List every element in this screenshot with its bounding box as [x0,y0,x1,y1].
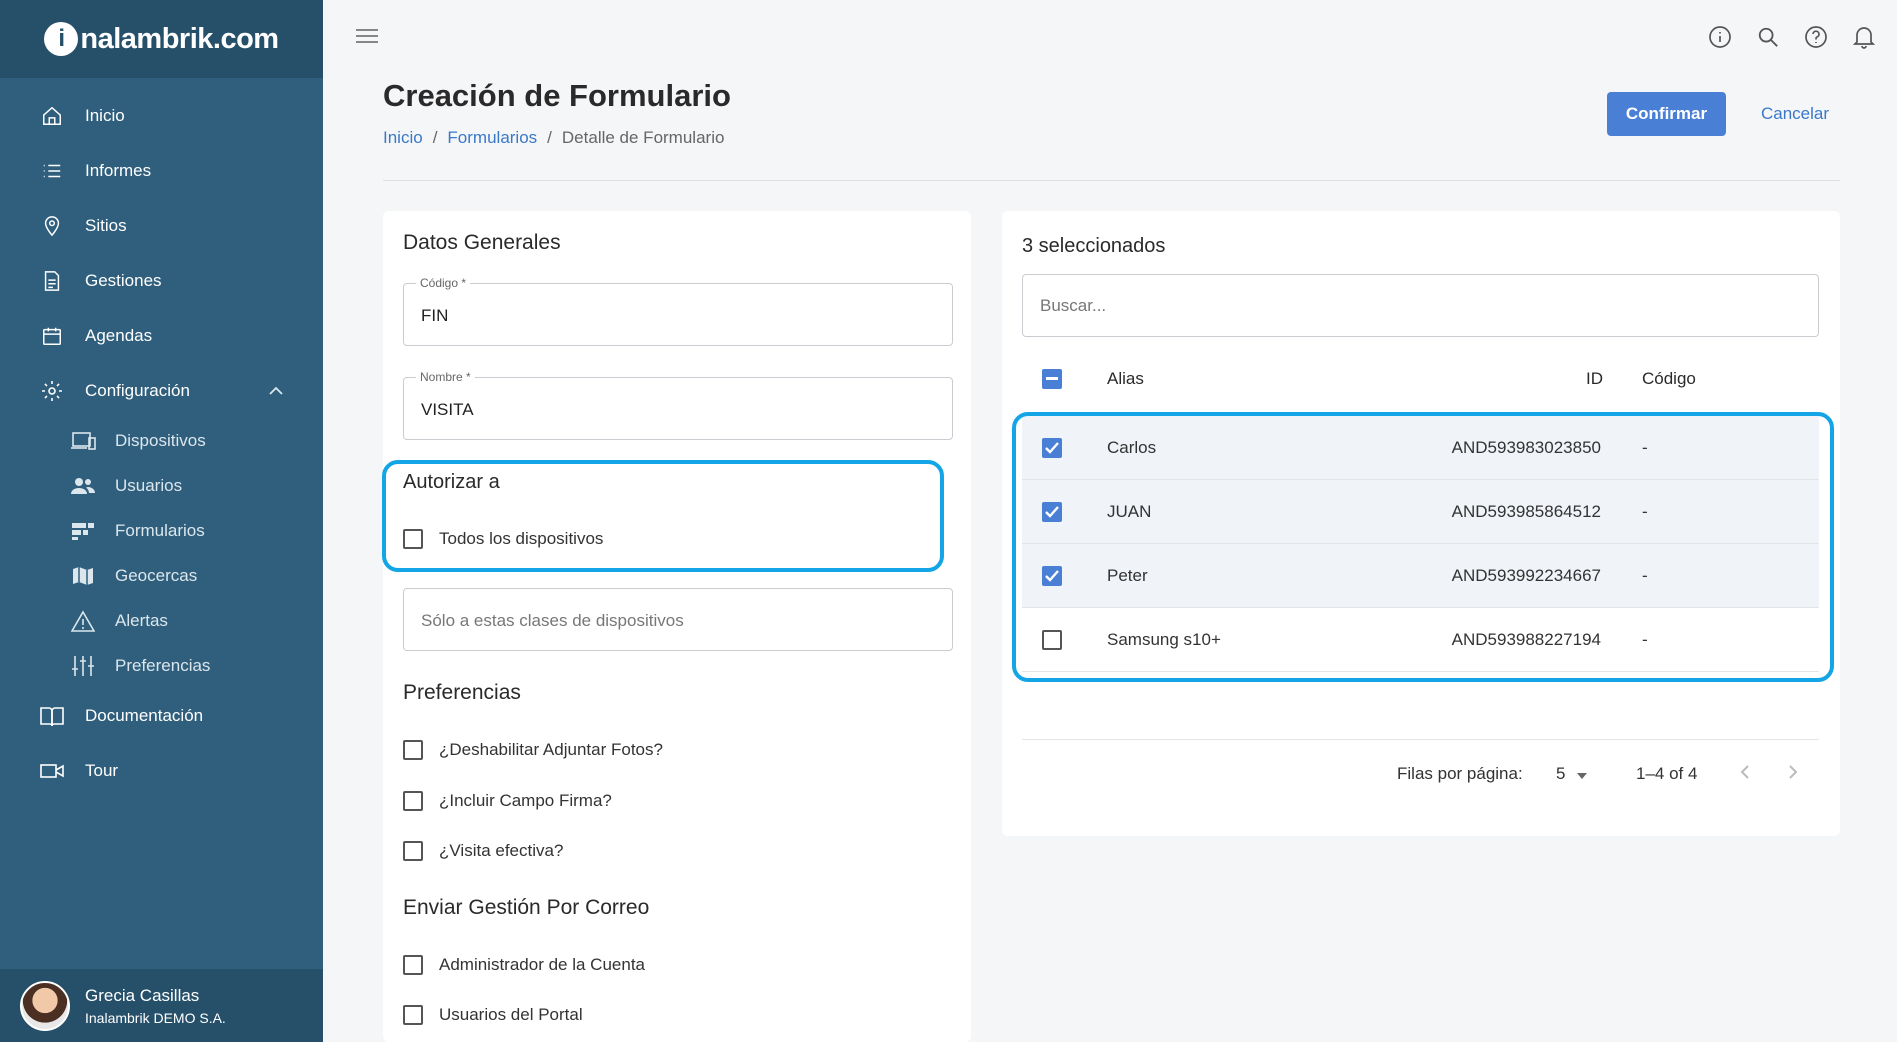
confirm-button[interactable]: Confirmar [1607,92,1726,136]
info-icon[interactable] [1707,24,1733,50]
name-field[interactable]: Nombre * VISITA [403,370,953,440]
checkbox[interactable] [403,529,423,549]
breadcrumb-inicio[interactable]: Inicio [383,128,423,148]
user-org: Inalambrik DEMO S.A. [85,1009,226,1026]
header-divider [383,180,1840,181]
sidebar-item-informes[interactable]: Informes [0,143,323,198]
avatar [20,980,70,1031]
sidebar-subitem-formularios[interactable]: Formularios [0,508,323,553]
list-icon [40,159,64,183]
breadcrumb-current: Detalle de Formulario [561,128,725,147]
table-row[interactable]: JUAN AND593985864512 - [1022,480,1819,544]
breadcrumb-sep: / [547,128,552,147]
sidebar-item-gestiones[interactable]: Gestiones [0,253,323,308]
code-field[interactable]: Código * FIN [403,276,953,346]
sidebar: i nalambrik.com Inicio Informes Sitios Ge… [0,0,323,1042]
page-range: 1–4 of 4 [1636,764,1698,783]
sidebar-subitem-dispositivos[interactable]: Dispositivos [0,418,323,463]
help-icon[interactable] [1803,24,1829,50]
row-checkbox[interactable] [1042,501,1078,522]
breadcrumb: Inicio / Formularios / Detalle de Formul… [383,128,724,148]
caret-down-icon [1577,764,1588,784]
calendar-icon [40,324,64,348]
bell-icon[interactable] [1851,24,1877,50]
video-icon [40,759,64,783]
document-icon [40,269,64,293]
row-checkbox[interactable] [1042,565,1078,586]
cancel-button[interactable]: Cancelar [1745,92,1845,136]
brand-logo[interactable]: i nalambrik.com [0,0,323,78]
warning-icon [70,609,96,633]
rows-per-page-select[interactable]: 5 [1556,764,1588,784]
users-icon [70,474,96,498]
checkbox[interactable] [403,740,423,760]
checkbox[interactable] [403,1005,423,1025]
general-data-title: Datos Generales [403,231,561,254]
pref-signature-checkbox[interactable]: ¿Incluir Campo Firma? [403,791,612,811]
sidebar-item-sitios[interactable]: Sitios [0,198,323,253]
pref-disable-photos-checkbox[interactable]: ¿Deshabilitar Adjuntar Fotos? [403,740,663,760]
location-pin-icon [40,214,64,238]
table-row[interactable]: Carlos AND593983023850 - [1022,416,1819,480]
breadcrumb-sep: / [432,128,438,147]
rows-per-page-label: Filas por página: [1397,764,1523,783]
authorize-title: Autorizar a [403,471,500,493]
devices-card: 3 seleccionados Buscar... Alias ID Códig… [1002,211,1840,836]
search-icon[interactable] [1755,24,1781,50]
email-portal-users-checkbox[interactable]: Usuarios del Portal [403,1005,583,1025]
breadcrumb-formularios[interactable]: Formularios [447,128,537,148]
page-title: Creación de Formulario [383,78,731,113]
pref-effective-visit-checkbox[interactable]: ¿Visita efectiva? [403,841,563,861]
general-data-card: Datos Generales Código * FIN Nombre * VI… [383,211,971,1042]
all-devices-checkbox[interactable]: Todos los dispositivos [403,529,603,549]
table-header: Alias ID Código [1022,359,1819,399]
top-toolbar [1707,24,1877,50]
email-title: Enviar Gestión Por Correo [403,896,650,919]
sidebar-subitem-usuarios[interactable]: Usuarios [0,463,323,508]
search-input[interactable]: Buscar... [1022,274,1819,337]
select-all-checkbox[interactable] [1042,369,1078,389]
table-row[interactable]: Peter AND593992234667 - [1022,544,1819,608]
checkbox[interactable] [403,791,423,811]
selected-count: 3 seleccionados [1022,235,1166,257]
sidebar-subitem-alertas[interactable]: Alertas [0,598,323,643]
preferences-title: Preferencias [403,681,521,704]
gear-icon [40,379,64,403]
sidebar-item-inicio[interactable]: Inicio [0,88,323,143]
book-icon [40,704,64,728]
user-name: Grecia Casillas [85,985,200,1005]
map-icon [70,564,96,588]
row-checkbox[interactable] [1042,437,1078,458]
device-classes-field[interactable]: Sólo a estas clases de dispositivos [403,588,953,651]
sidebar-item-agendas[interactable]: Agendas [0,308,323,363]
user-profile[interactable]: Grecia Casillas Inalambrik DEMO S.A. [0,969,323,1042]
sidebar-item-documentacion[interactable]: Documentación [0,688,323,743]
checkbox[interactable] [403,955,423,975]
sidebar-item-tour[interactable]: Tour [0,743,323,798]
next-page-icon[interactable] [1788,764,1798,780]
sidebar-subitem-geocercas[interactable]: Geocercas [0,553,323,598]
column-id[interactable]: ID [1586,369,1603,389]
row-checkbox[interactable] [1042,629,1078,650]
column-alias[interactable]: Alias [1107,369,1144,389]
chevron-up-icon[interactable] [269,381,283,401]
sidebar-subitem-preferencias[interactable]: Preferencias [0,643,323,688]
prev-page-icon[interactable] [1740,764,1750,780]
table-pagination: Filas por página: 5 1–4 of 4 [1022,739,1819,799]
forms-icon [70,519,96,543]
column-code[interactable]: Código [1642,369,1696,389]
main-nav: Inicio Informes Sitios Gestiones Agendas… [0,78,323,798]
home-icon [40,104,64,128]
menu-icon[interactable] [356,28,378,49]
email-admin-checkbox[interactable]: Administrador de la Cuenta [403,955,645,975]
sidebar-item-configuracion[interactable]: Configuración [0,363,323,418]
sliders-icon [70,654,96,678]
checkbox[interactable] [403,841,423,861]
table-row[interactable]: Samsung s10+ AND593988227194 - [1022,608,1819,672]
devices-icon [70,429,96,453]
